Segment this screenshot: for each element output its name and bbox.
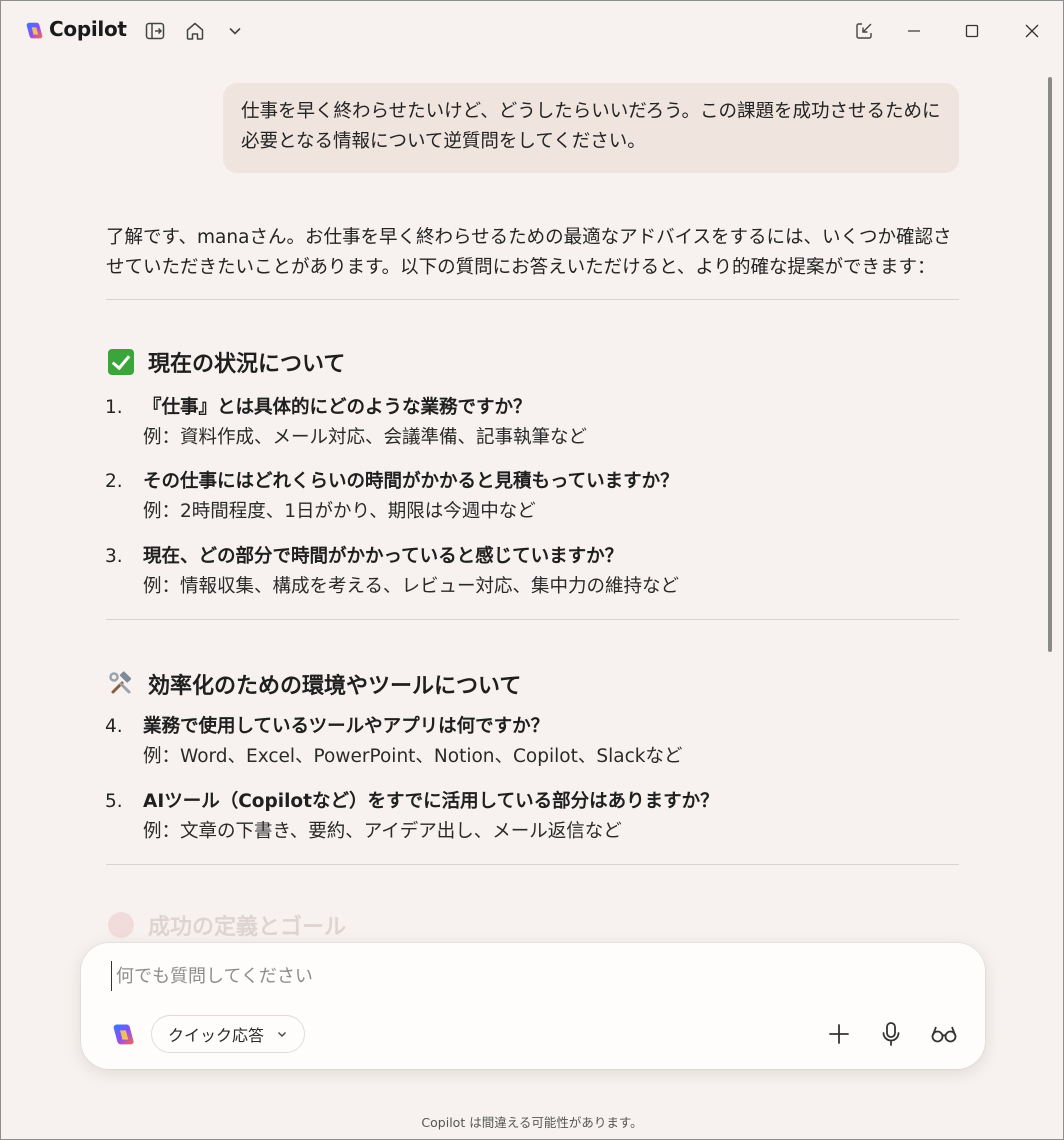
item-example: 例：文章の下書き、要約、アイデア出し、メール返信など	[143, 821, 622, 842]
item-question: AIツール（Copilotなど）をすでに活用している部分はありますか？	[143, 791, 719, 812]
chevron-down-icon	[229, 27, 241, 35]
divider	[106, 619, 959, 620]
assistant-intro-text: 了解です、manaさん。お仕事を早く終わらせるための最適なアドバイスをするには、…	[106, 227, 952, 278]
disclaimer-text: Copilot は間違える可能性があります。	[421, 1115, 643, 1130]
app-title: Copilot	[49, 17, 127, 41]
divider	[106, 864, 959, 865]
scrollbar-thumb[interactable]	[1048, 77, 1052, 652]
section-heading-current-status: 現在の状況について	[108, 346, 345, 378]
section-title: 成功の定義とゴール	[148, 915, 347, 940]
sidebar-toggle-button[interactable]	[142, 18, 168, 44]
plus-icon	[829, 1024, 849, 1044]
minimize-button[interactable]	[901, 18, 927, 44]
close-icon	[1025, 24, 1039, 38]
home-button[interactable]	[182, 18, 208, 44]
dropdown-button[interactable]	[222, 18, 248, 44]
item-example: 例：2時間程度、1日がかり、期限は今週中など	[143, 501, 536, 522]
message-composer: クイック応答	[81, 943, 985, 1069]
item-example: 例：Word、Excel、PowerPoint、Notion、Copilot、S…	[143, 746, 683, 767]
maximize-button[interactable]	[959, 18, 985, 44]
glasses-icon	[931, 1026, 957, 1043]
microphone-icon	[882, 1022, 900, 1046]
item-question: 『仕事』とは具体的にどのような業務ですか？	[143, 397, 532, 418]
item-example: 例：資料作成、メール対応、会議準備、記事執筆など	[143, 427, 588, 448]
item-number: 4.	[105, 716, 123, 737]
user-message-bubble: 仕事を早く終わらせたいけど、どうしたらいいだろう。この課題を成功させるために必要…	[223, 83, 959, 173]
section-heading-tools: 効率化のための環境やツールについて	[108, 668, 521, 700]
title-bar: Copilot	[1, 1, 1063, 59]
response-mode-dropdown[interactable]: クイック応答	[151, 1015, 306, 1053]
hammer-wrench-icon	[109, 671, 132, 694]
copilot-logo-icon	[26, 22, 43, 39]
section-title: 現在の状況について	[148, 352, 346, 377]
close-button[interactable]	[1019, 18, 1045, 44]
add-button[interactable]	[824, 1019, 854, 1049]
vision-button[interactable]	[929, 1019, 959, 1049]
message-input[interactable]	[111, 961, 936, 991]
copilot-logo-icon[interactable]	[109, 1021, 137, 1049]
item-number: 2.	[105, 471, 123, 492]
item-example: 例：情報収集、構成を考える、レビュー対応、集中力の維持など	[143, 576, 679, 597]
item-question: その仕事にはどれくらいの時間がかかると見積もっていますか？	[143, 471, 679, 492]
home-icon	[186, 22, 204, 40]
sidebar-toggle-icon	[145, 22, 165, 40]
copilot-window: Copilot 仕事を早く終わらせたいけど、どうしたらいいだろう。この課題を成功…	[0, 0, 1064, 1140]
item-question: 現在、どの部分で時間がかかっていると感じていますか？	[143, 546, 624, 567]
item-number: 3.	[105, 546, 123, 567]
response-mode-label: クイック応答	[168, 1026, 265, 1045]
section-heading-faded: 成功の定義とゴール	[108, 909, 346, 941]
item-question: 業務で使用しているツールやアプリは何ですか？	[143, 716, 550, 737]
item-number: 1.	[105, 397, 123, 418]
divider	[106, 299, 959, 300]
minimize-icon	[908, 30, 920, 32]
section-title: 効率化のための環境やツールについて	[148, 674, 522, 699]
item-number: 5.	[105, 791, 123, 812]
check-mark-icon	[108, 349, 134, 375]
pop-in-button[interactable]	[851, 18, 877, 44]
pop-in-icon	[856, 23, 872, 39]
target-icon	[108, 912, 134, 938]
voice-input-button[interactable]	[876, 1019, 906, 1049]
maximize-icon	[965, 24, 979, 38]
chevron-down-icon	[278, 1032, 287, 1037]
